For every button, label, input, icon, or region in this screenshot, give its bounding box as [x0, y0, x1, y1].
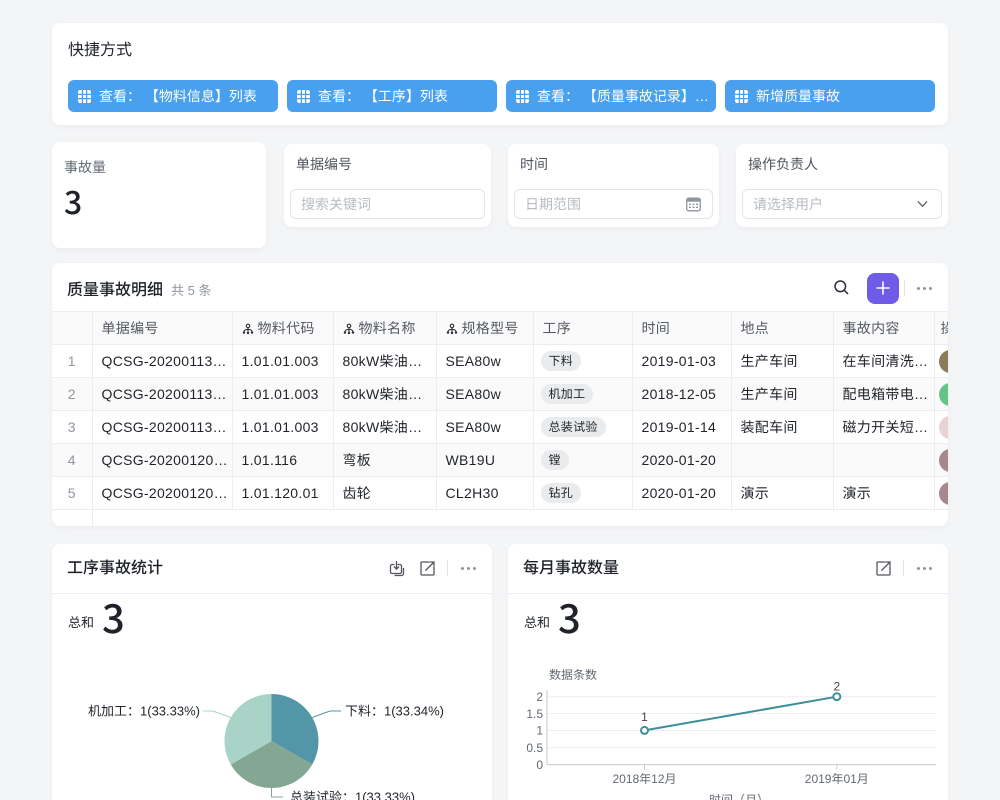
svg-text:总装试验：1(33.33%): 总装试验：1(33.33%): [290, 790, 415, 800]
svg-text:0.5: 0.5: [526, 741, 543, 755]
svg-text:机加工：1(33.33%): 机加工：1(33.33%): [88, 704, 200, 719]
svg-text:2018年12月: 2018年12月: [612, 772, 676, 786]
svg-text:数据条数: 数据条数: [549, 668, 597, 682]
svg-text:2: 2: [833, 680, 840, 694]
svg-text:1: 1: [641, 710, 648, 724]
svg-text:0: 0: [536, 758, 543, 772]
svg-text:1.5: 1.5: [526, 707, 543, 721]
svg-text:2: 2: [536, 690, 543, 704]
svg-text:1: 1: [536, 724, 543, 738]
svg-text:2019年01月: 2019年01月: [805, 772, 869, 786]
svg-text:下料：1(33.34%): 下料：1(33.34%): [345, 704, 444, 719]
